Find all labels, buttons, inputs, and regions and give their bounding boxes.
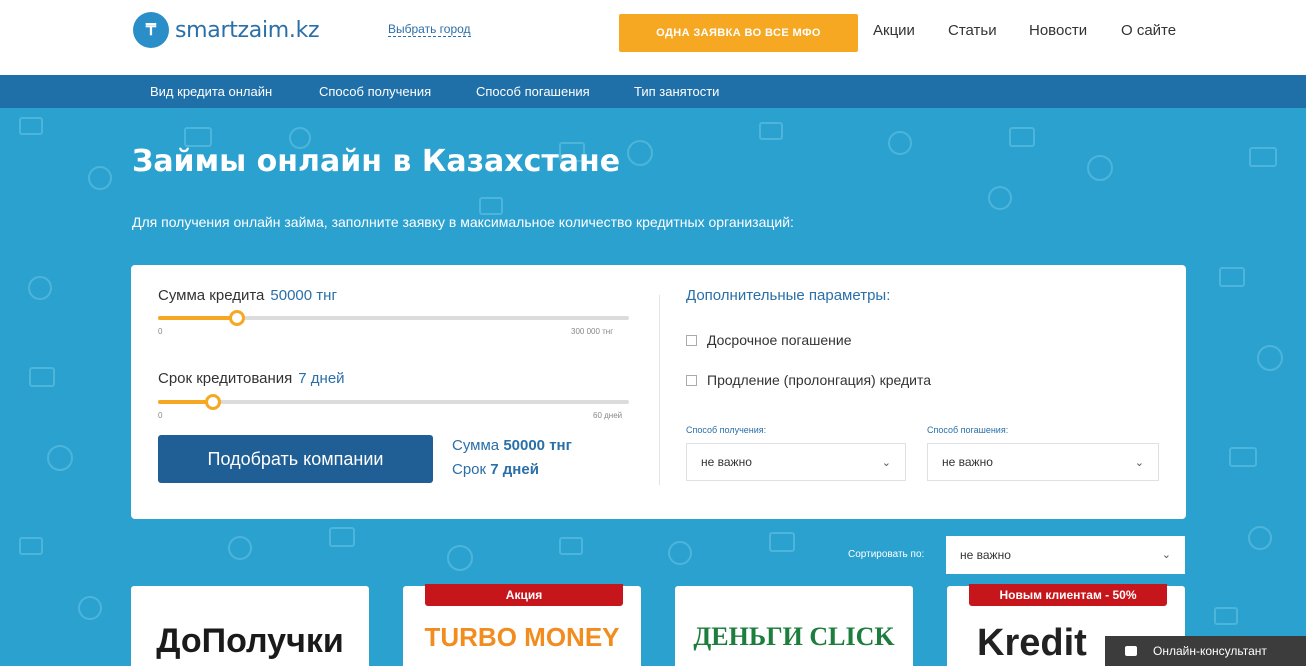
logo-text: smartzaim.kz bbox=[175, 17, 320, 43]
nav-news[interactable]: Новости bbox=[1029, 22, 1087, 39]
amount-min: 0 bbox=[158, 327, 163, 336]
extension-option[interactable]: Продление (пролонгация) кредита bbox=[686, 372, 931, 388]
find-companies-button[interactable]: Подобрать компании bbox=[158, 435, 433, 483]
site-logo[interactable]: ₸ smartzaim.kz bbox=[133, 12, 320, 48]
extension-label: Продление (пролонгация) кредита bbox=[707, 372, 932, 388]
nav-about[interactable]: О сайте bbox=[1121, 22, 1176, 39]
extra-params-title: Дополнительные параметры: bbox=[686, 287, 891, 304]
loan-calculator: Сумма кредита 50000 тнг 0 300 000 тнг Сро… bbox=[131, 265, 1186, 519]
offer-card[interactable]: Акция TURBO MONEY bbox=[403, 584, 641, 666]
page-subtitle: Для получения онлайн займа, заполните за… bbox=[132, 214, 794, 230]
term-label-row: Срок кредитования 7 дней bbox=[158, 370, 345, 387]
amount-slider-fill bbox=[158, 316, 237, 320]
choose-city-link[interactable]: Выбрать город bbox=[388, 22, 471, 37]
site-header: ₸ smartzaim.kz Выбрать город ОДНА ЗАЯВКА… bbox=[0, 0, 1306, 75]
amount-slider-handle[interactable] bbox=[228, 310, 245, 326]
subnav-credit-type[interactable]: Вид кредита онлайн bbox=[150, 84, 272, 99]
early-repayment-checkbox[interactable] bbox=[686, 334, 697, 346]
card-divider bbox=[659, 295, 660, 485]
term-slider[interactable] bbox=[158, 394, 629, 410]
summary-term: Срок 7 дней bbox=[452, 461, 539, 478]
extension-checkbox[interactable] bbox=[686, 374, 697, 386]
logo-icon: ₸ bbox=[133, 12, 169, 48]
term-max: 60 дней bbox=[593, 411, 623, 420]
term-min: 0 bbox=[158, 411, 163, 420]
amount-label-row: Сумма кредита 50000 тнг bbox=[158, 287, 337, 304]
offer-badge: Новым клиентам - 50% bbox=[969, 584, 1167, 606]
subnav-repay-method[interactable]: Способ погашения bbox=[476, 84, 590, 99]
subnav-employment-type[interactable]: Тип занятости bbox=[634, 84, 719, 99]
amount-value: 50000 тнг bbox=[270, 287, 337, 304]
amount-max: 300 000 тнг bbox=[571, 327, 614, 336]
amount-slider[interactable] bbox=[158, 310, 629, 326]
offer-card[interactable]: ДЕНЬГИ CLICK bbox=[675, 586, 913, 666]
online-consultant-widget[interactable]: Онлайн-консультант bbox=[1105, 636, 1306, 666]
chevron-down-icon: ⌄ bbox=[1161, 549, 1171, 561]
sort-select[interactable]: не важно ⌄ bbox=[946, 536, 1185, 574]
early-repayment-label: Досрочное погашение bbox=[707, 332, 852, 348]
term-label: Срок кредитования bbox=[158, 370, 293, 387]
subnav-receive-method[interactable]: Способ получения bbox=[319, 84, 431, 99]
repay-method-label: Способ погашения: bbox=[927, 425, 1009, 435]
summary-amount: Сумма 50000 тнг bbox=[452, 437, 572, 454]
receive-method-label: Способ получения: bbox=[686, 425, 767, 435]
early-repayment-option[interactable]: Досрочное погашение bbox=[686, 332, 851, 348]
receive-method-select[interactable]: не важно ⌄ bbox=[686, 443, 906, 481]
one-application-button[interactable]: ОДНА ЗАЯВКА ВО ВСЕ МФО bbox=[619, 14, 858, 52]
chevron-down-icon: ⌄ bbox=[1134, 457, 1144, 469]
sort-label: Сортировать по: bbox=[848, 549, 925, 560]
offer-card[interactable]: ДоПолучки bbox=[131, 586, 369, 666]
repay-method-select[interactable]: не важно ⌄ bbox=[927, 443, 1159, 481]
amount-label: Сумма кредита bbox=[158, 287, 265, 304]
term-value: 7 дней bbox=[298, 370, 345, 387]
hero-section: Займы онлайн в Казахстане Для получения … bbox=[0, 108, 1306, 666]
chat-icon bbox=[1125, 646, 1137, 656]
nav-articles[interactable]: Статьи bbox=[948, 22, 997, 39]
nav-promotions[interactable]: Акции bbox=[873, 22, 915, 39]
chevron-down-icon: ⌄ bbox=[881, 457, 891, 469]
offer-badge: Акция bbox=[425, 584, 623, 606]
offer-logo: TURBO MONEY bbox=[424, 622, 620, 652]
online-consultant-label: Онлайн-консультант bbox=[1153, 644, 1267, 658]
sub-navigation: Вид кредита онлайн Способ получения Спос… bbox=[0, 75, 1306, 108]
offer-logo: ДЕНЬГИ CLICK bbox=[693, 622, 895, 651]
offer-logo: ДоПолучки bbox=[156, 622, 344, 660]
page-title: Займы онлайн в Казахстане bbox=[132, 144, 621, 179]
term-slider-handle[interactable] bbox=[204, 394, 221, 410]
